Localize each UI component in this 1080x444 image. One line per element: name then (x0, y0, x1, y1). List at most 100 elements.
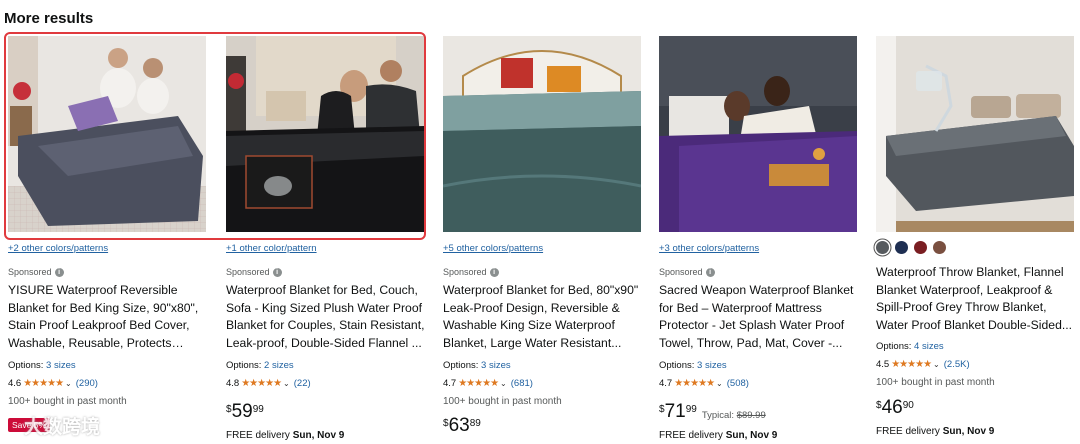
highlight-box (4, 32, 426, 240)
delivery-info: FREE delivery Sun, Nov 9 (226, 430, 344, 441)
product-title-text[interactable]: Sacred Weapon Waterproof Blanket for Bed… (659, 282, 859, 352)
colors-link[interactable]: +2 other colors/patterns (8, 243, 108, 254)
options-label: Options: (226, 360, 262, 371)
swatch-grey[interactable] (876, 241, 889, 254)
product-title[interactable]: Sacred Weapon Waterproof Blanket for Bed… (659, 282, 859, 352)
options-link[interactable]: 4 sizes (914, 341, 944, 352)
product-image[interactable] (443, 36, 641, 232)
typical-price: Typical: $89.99 (702, 410, 766, 421)
chevron-down-icon[interactable]: ⌄ (933, 360, 940, 369)
sponsored-text: Sponsored (659, 267, 703, 277)
chevron-down-icon[interactable]: ⌄ (65, 379, 72, 388)
options-link[interactable]: 3 sizes (481, 360, 511, 371)
info-icon[interactable]: i (272, 267, 282, 277)
rating-row[interactable]: 4.5 ★★★★★ ⌄ (2.5K) (876, 359, 970, 370)
info-icon[interactable]: i (54, 267, 64, 277)
price[interactable]: $71 99 Typical: $89.99 (659, 402, 766, 422)
typical-price-value: $89.99 (736, 410, 766, 421)
product-title[interactable]: YISURE Waterproof Reversible Blanket for… (8, 282, 208, 352)
review-count[interactable]: (2.5K) (944, 359, 970, 370)
colors-link[interactable]: +5 other colors/patterns (443, 243, 543, 254)
swatch-burgundy[interactable] (914, 241, 927, 254)
info-icon[interactable]: i (705, 267, 715, 277)
chevron-down-icon[interactable]: ⌄ (283, 379, 290, 388)
review-count[interactable]: (681) (511, 378, 533, 389)
price-fraction: 90 (902, 400, 914, 411)
price[interactable]: $46 90 (876, 398, 914, 418)
chevron-down-icon[interactable]: ⌄ (716, 379, 723, 388)
product-card[interactable]: Waterproof Throw Blanket, Flannel Blanke… (876, 36, 1076, 444)
price-fraction: 99 (685, 404, 697, 415)
options-link[interactable]: 3 sizes (697, 360, 727, 371)
delivery-prefix: FREE delivery (659, 430, 723, 441)
options-label: Options: (443, 360, 479, 371)
rating-row[interactable]: 4.8 ★★★★★ ⌄ (22) (226, 378, 311, 389)
product-title-text[interactable]: Waterproof Throw Blanket, Flannel Blanke… (876, 264, 1076, 334)
rating-row[interactable]: 4.7 ★★★★★ ⌄ (681) (443, 378, 533, 389)
options-row: Options: 3 sizes (443, 360, 511, 371)
review-count[interactable]: (508) (727, 378, 749, 389)
sponsored-text: Sponsored (8, 267, 52, 277)
product-image[interactable] (659, 36, 857, 232)
options-row: Options: 3 sizes (8, 360, 76, 371)
options-row: Options: 2 sizes (226, 360, 294, 371)
delivery-prefix: FREE delivery (226, 430, 290, 441)
product-title[interactable]: Waterproof Blanket for Bed, Couch, Sofa … (226, 282, 426, 352)
color-swatches (876, 241, 946, 254)
bought-count: 100+ bought in past month (876, 377, 995, 388)
product-title[interactable]: Waterproof Throw Blanket, Flannel Blanke… (876, 264, 1076, 334)
star-rating-icon[interactable]: ★★★★★ (23, 378, 64, 389)
swatch-brown[interactable] (933, 241, 946, 254)
review-count[interactable]: (22) (294, 378, 311, 389)
product-card[interactable]: +3 other colors/patterns Sponsored i Sacr… (659, 36, 859, 444)
sponsored-label: Sponsored i (443, 267, 499, 277)
price[interactable]: $63 89 (443, 416, 481, 436)
product-title[interactable]: Waterproof Blanket for Bed, 80"x90" Leak… (443, 282, 643, 352)
sponsored-label: Sponsored i (8, 267, 64, 277)
star-rating-icon[interactable]: ★★★★★ (891, 359, 932, 370)
rating-value: 4.7 (659, 378, 673, 389)
star-rating-icon[interactable]: ★★★★★ (458, 378, 499, 389)
rating-value: 4.6 (8, 378, 22, 389)
product-card[interactable]: +5 other colors/patterns Sponsored i Wate… (443, 36, 643, 444)
options-label: Options: (8, 360, 44, 371)
star-rating-icon[interactable]: ★★★★★ (241, 378, 282, 389)
price-whole: 71 (664, 401, 686, 422)
delivery-date: Sun, Nov 9 (292, 430, 345, 441)
star-rating-icon[interactable]: ★★★★★ (674, 378, 715, 389)
rating-row[interactable]: 4.6 ★★★★★ ⌄ (290) (8, 378, 98, 389)
price-fraction: 99 (252, 404, 264, 415)
price-fraction: 89 (469, 418, 481, 429)
product-title-text[interactable]: Waterproof Blanket for Bed, 80"x90" Leak… (443, 282, 643, 352)
product-title-text[interactable]: YISURE Waterproof Reversible Blanket for… (8, 282, 208, 352)
sponsored-text: Sponsored (226, 267, 270, 277)
delivery-info: FREE delivery Sun, Nov 9 (876, 426, 994, 437)
delivery-info: FREE delivery Sun, Nov 9 (659, 430, 777, 441)
info-icon[interactable]: i (489, 267, 499, 277)
delivery-date: Sun, Nov 9 (942, 426, 995, 437)
swatch-navy[interactable] (895, 241, 908, 254)
product-title-text[interactable]: Waterproof Blanket for Bed, Couch, Sofa … (226, 282, 426, 352)
options-link[interactable]: 3 sizes (46, 360, 76, 371)
typical-label: Typical: (701, 410, 735, 421)
rating-row[interactable]: 4.7 ★★★★★ ⌄ (508) (659, 378, 749, 389)
price[interactable]: $59 99 (226, 402, 264, 422)
chevron-down-icon[interactable]: ⌄ (500, 379, 507, 388)
options-link[interactable]: 2 sizes (264, 360, 294, 371)
section-title: More results (4, 10, 94, 27)
price-whole: 63 (448, 415, 470, 436)
options-label: Options: (659, 360, 695, 371)
colors-link[interactable]: +3 other colors/patterns (659, 243, 759, 254)
sponsored-label: Sponsored i (659, 267, 715, 277)
options-row: Options: 3 sizes (659, 360, 727, 371)
price-whole: 46 (881, 397, 903, 418)
review-count[interactable]: (290) (76, 378, 98, 389)
bought-count: 100+ bought in past month (8, 396, 127, 407)
colors-link[interactable]: +1 other color/pattern (226, 243, 317, 254)
product-image[interactable] (876, 36, 1074, 232)
sponsored-text: Sponsored (443, 267, 487, 277)
rating-value: 4.8 (226, 378, 240, 389)
options-row: Options: 4 sizes (876, 341, 944, 352)
rating-value: 4.7 (443, 378, 457, 389)
delivery-prefix: FREE delivery (876, 426, 940, 437)
